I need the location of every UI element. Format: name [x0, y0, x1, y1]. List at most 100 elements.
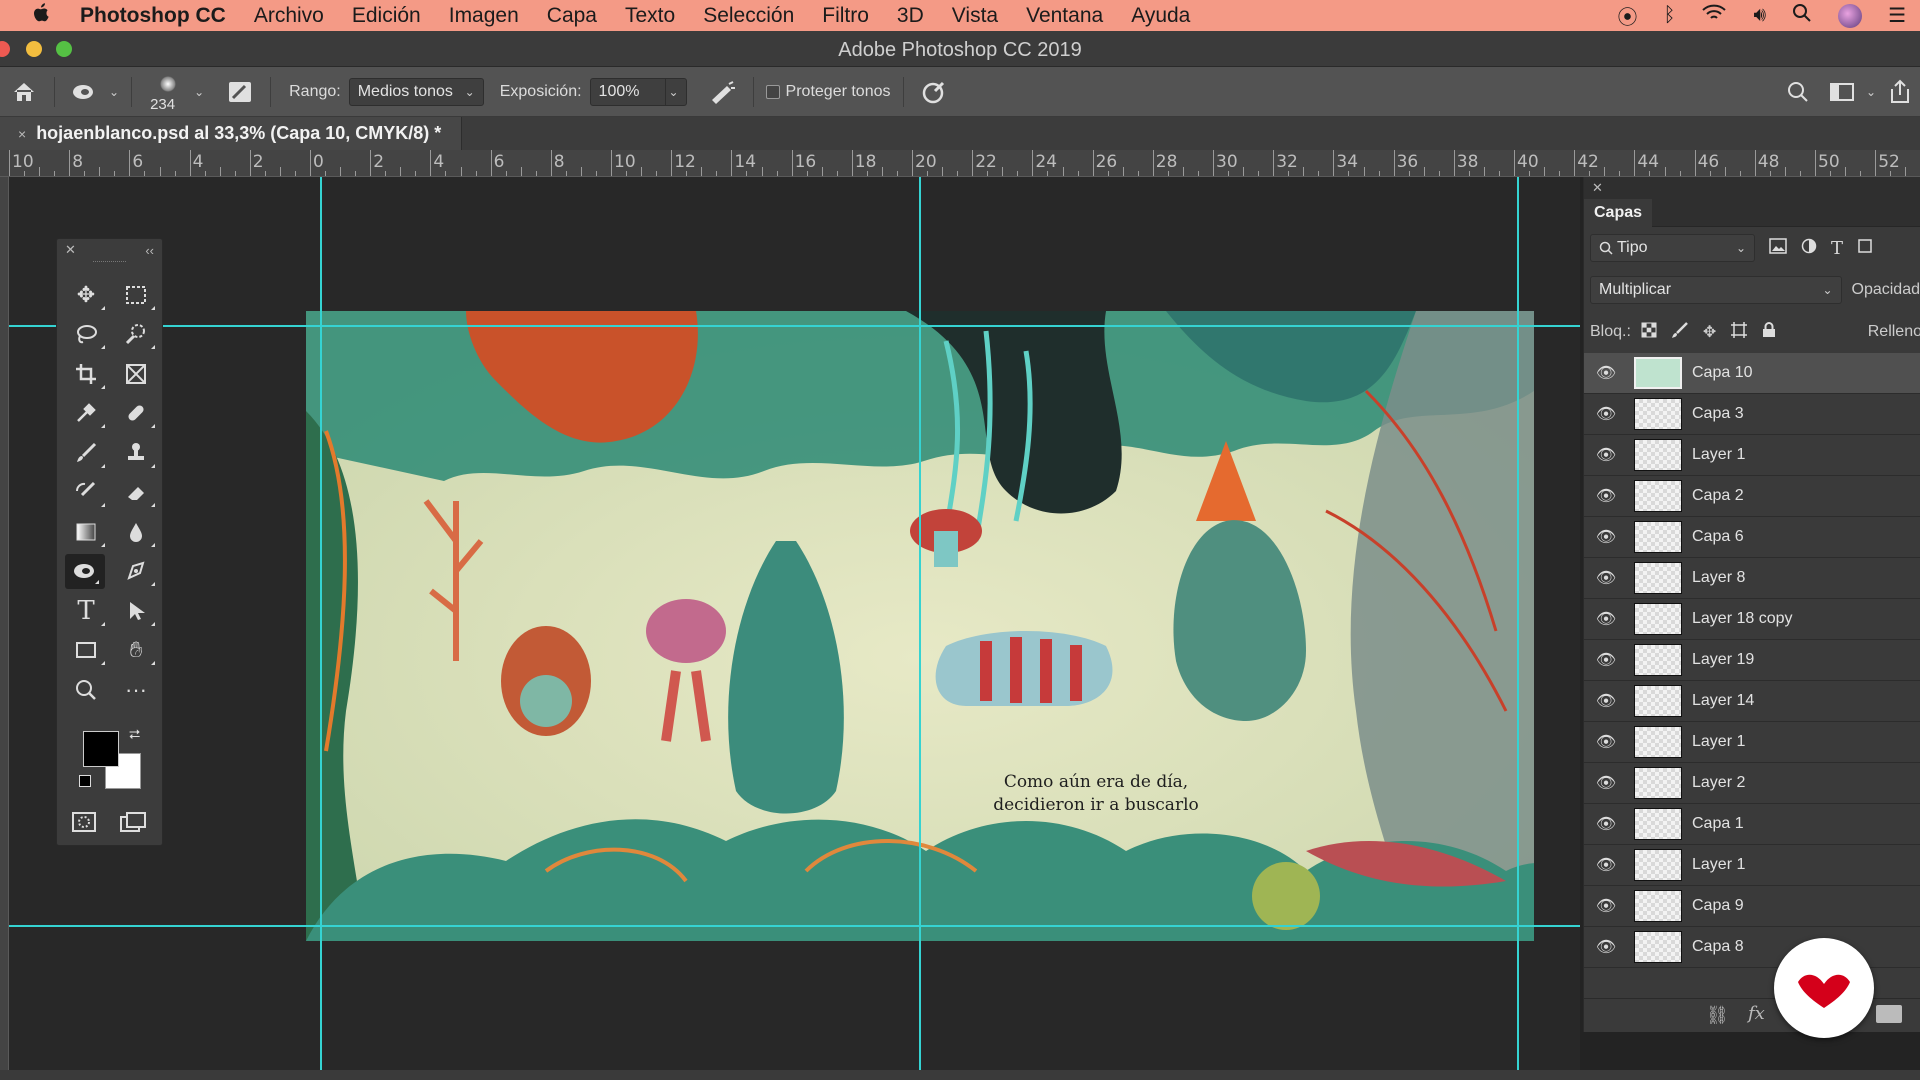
eye-visibility-icon[interactable]: 👁︎ — [1584, 363, 1628, 383]
workspace-icon[interactable] — [1824, 74, 1860, 110]
more-tools-icon[interactable]: ··· — [111, 670, 161, 710]
layer-row[interactable]: 👁︎ Layer 1 — [1584, 435, 1920, 476]
share-icon[interactable] — [1882, 74, 1918, 110]
layer-row[interactable]: 👁︎ Layer 1 — [1584, 722, 1920, 763]
lasso-tool-icon[interactable] — [61, 315, 111, 355]
gradient-tool-icon[interactable] — [61, 512, 111, 552]
layer-row[interactable]: 👁︎ Layer 19 — [1584, 640, 1920, 681]
foreground-color-swatch[interactable] — [83, 731, 119, 767]
filter-type-icon[interactable]: T — [1831, 238, 1843, 259]
new-group-icon[interactable] — [1876, 1005, 1902, 1023]
layer-row[interactable]: 👁︎ Layer 1 — [1584, 845, 1920, 886]
workspace-chevron-icon[interactable]: ⌄ — [1866, 85, 1876, 99]
layer-row[interactable]: 👁︎ Capa 6 — [1584, 517, 1920, 558]
close-panel-icon[interactable]: ✕ — [65, 242, 76, 258]
user-avatar-icon[interactable] — [1838, 3, 1863, 28]
eye-visibility-icon[interactable]: 👁︎ — [1584, 691, 1628, 711]
sponge-tool-preset-icon[interactable] — [67, 74, 103, 110]
layer-row[interactable]: 👁︎ Capa 2 — [1584, 476, 1920, 517]
sponge-tool-icon[interactable] — [65, 553, 105, 589]
eye-visibility-icon[interactable]: 👁︎ — [1584, 527, 1628, 547]
pressure-size-icon[interactable] — [916, 74, 952, 110]
layer-row[interactable]: 👁︎ Capa 3 — [1584, 394, 1920, 435]
swap-colors-icon[interactable]: ⮂ — [129, 726, 140, 743]
guide-vertical-right[interactable] — [1517, 177, 1519, 1070]
wifi-icon[interactable] — [1701, 4, 1727, 28]
brush-picker-chevron-icon[interactable]: ⌄ — [194, 85, 204, 99]
zoom-tool-icon[interactable] — [61, 670, 111, 710]
quick-mask-icon[interactable] — [71, 811, 97, 833]
screen-mode-icon[interactable] — [119, 811, 147, 833]
path-selection-tool-icon[interactable] — [111, 591, 161, 631]
record-icon[interactable]: ⦿ — [1617, 1, 1637, 30]
lock-all-icon[interactable] — [1762, 321, 1776, 343]
hand-tool-icon[interactable]: ✋︎ — [111, 631, 161, 671]
home-icon[interactable] — [6, 74, 42, 110]
notification-center-icon[interactable]: ☰ — [1888, 3, 1906, 28]
lock-position-icon[interactable]: ✥ — [1703, 322, 1716, 342]
search-icon[interactable] — [1780, 74, 1816, 110]
filter-adjustment-icon[interactable] — [1801, 238, 1817, 259]
eye-visibility-icon[interactable]: 👁︎ — [1584, 773, 1628, 793]
layer-row[interactable]: 👁︎ Layer 8 — [1584, 558, 1920, 599]
menu-ayuda[interactable]: Ayuda — [1131, 4, 1190, 28]
blur-tool-icon[interactable] — [111, 512, 161, 552]
marquee-tool-icon[interactable] — [111, 275, 161, 315]
apple-menu-icon[interactable] — [0, 2, 80, 30]
eye-visibility-icon[interactable]: 👁︎ — [1584, 486, 1628, 506]
eye-visibility-icon[interactable]: 👁︎ — [1584, 937, 1628, 957]
panel-grip[interactable] — [93, 261, 126, 267]
menu-ventana[interactable]: Ventana — [1026, 4, 1103, 28]
layer-row[interactable]: 👁︎ Capa 9 — [1584, 886, 1920, 927]
quick-selection-tool-icon[interactable] — [111, 315, 161, 355]
type-tool-icon[interactable]: T — [61, 591, 111, 631]
spotlight-search-icon[interactable] — [1792, 3, 1812, 29]
eye-visibility-icon[interactable]: 👁︎ — [1584, 445, 1628, 465]
move-tool-icon[interactable]: ✥ — [61, 275, 111, 315]
guide-vertical-center[interactable] — [919, 177, 921, 1070]
brush-settings-panel-icon[interactable] — [222, 74, 258, 110]
guide-horizontal-bottom[interactable] — [9, 925, 1580, 927]
horizontal-ruler[interactable]: 10 8 6 4 2 0 2 4 6 8 10 12 14 16 18 20 22 24 26 28 30 32 34 36 3… — [0, 150, 1920, 177]
crop-tool-icon[interactable] — [61, 354, 111, 394]
eye-visibility-icon[interactable]: 👁︎ — [1584, 814, 1628, 834]
protect-tones-checkbox[interactable] — [765, 84, 780, 99]
eye-visibility-icon[interactable]: 👁︎ — [1584, 568, 1628, 588]
close-tab-icon[interactable]: × — [18, 126, 26, 142]
eye-visibility-icon[interactable]: 👁︎ — [1584, 896, 1628, 916]
menu-imagen[interactable]: Imagen — [449, 4, 519, 28]
pen-tool-icon[interactable] — [111, 552, 161, 592]
brush-size-picker[interactable]: 234 — [148, 70, 188, 114]
menu-archivo[interactable]: Archivo — [254, 4, 324, 28]
tab-capas[interactable]: Capas — [1584, 199, 1653, 227]
collapse-panel-icon[interactable]: ‹‹ — [145, 243, 154, 258]
menu-capa[interactable]: Capa — [547, 4, 597, 28]
blend-mode-dropdown[interactable]: Multiplicar ⌄ — [1590, 276, 1842, 304]
filter-pixel-icon[interactable] — [1769, 237, 1787, 259]
eye-visibility-icon[interactable]: 👁︎ — [1584, 855, 1628, 875]
fx-button[interactable]: fx — [1748, 1003, 1765, 1024]
lock-artboard-icon[interactable] — [1730, 321, 1748, 344]
eye-visibility-icon[interactable]: 👁︎ — [1584, 404, 1628, 424]
volume-icon[interactable]: 🔊︎ — [1753, 4, 1766, 27]
rectangle-tool-icon[interactable] — [61, 631, 111, 671]
lock-transparent-pixels-icon[interactable] — [1641, 322, 1657, 343]
menu-3d[interactable]: 3D — [897, 4, 924, 28]
healing-brush-tool-icon[interactable] — [111, 394, 161, 434]
close-panel-icon[interactable]: ✕ — [1592, 180, 1603, 195]
layer-row[interactable]: 👁︎ Layer 2 — [1584, 763, 1920, 804]
default-colors-icon[interactable] — [79, 775, 91, 787]
filter-shape-icon[interactable] — [1857, 238, 1873, 259]
document-tab[interactable]: × hojaenblanco.psd al 33,3% (Capa 10, CM… — [0, 117, 463, 150]
lock-image-pixels-icon[interactable] — [1671, 321, 1689, 344]
exposure-slider-button[interactable]: ⌄ — [664, 77, 687, 106]
vertical-ruler[interactable] — [0, 177, 9, 1080]
layer-row[interactable]: 👁︎ Layer 18 copy — [1584, 599, 1920, 640]
airbrush-icon[interactable] — [705, 74, 741, 110]
layer-row[interactable]: 👁︎ Capa 1 — [1584, 804, 1920, 845]
menu-filtro[interactable]: Filtro — [822, 4, 869, 28]
clone-stamp-tool-icon[interactable] — [111, 433, 161, 473]
bluetooth-icon[interactable]: ᛒ — [1663, 4, 1675, 27]
eye-visibility-icon[interactable]: 👁︎ — [1584, 650, 1628, 670]
link-layers-icon[interactable]: ⛓︎ — [1706, 1005, 1729, 1026]
